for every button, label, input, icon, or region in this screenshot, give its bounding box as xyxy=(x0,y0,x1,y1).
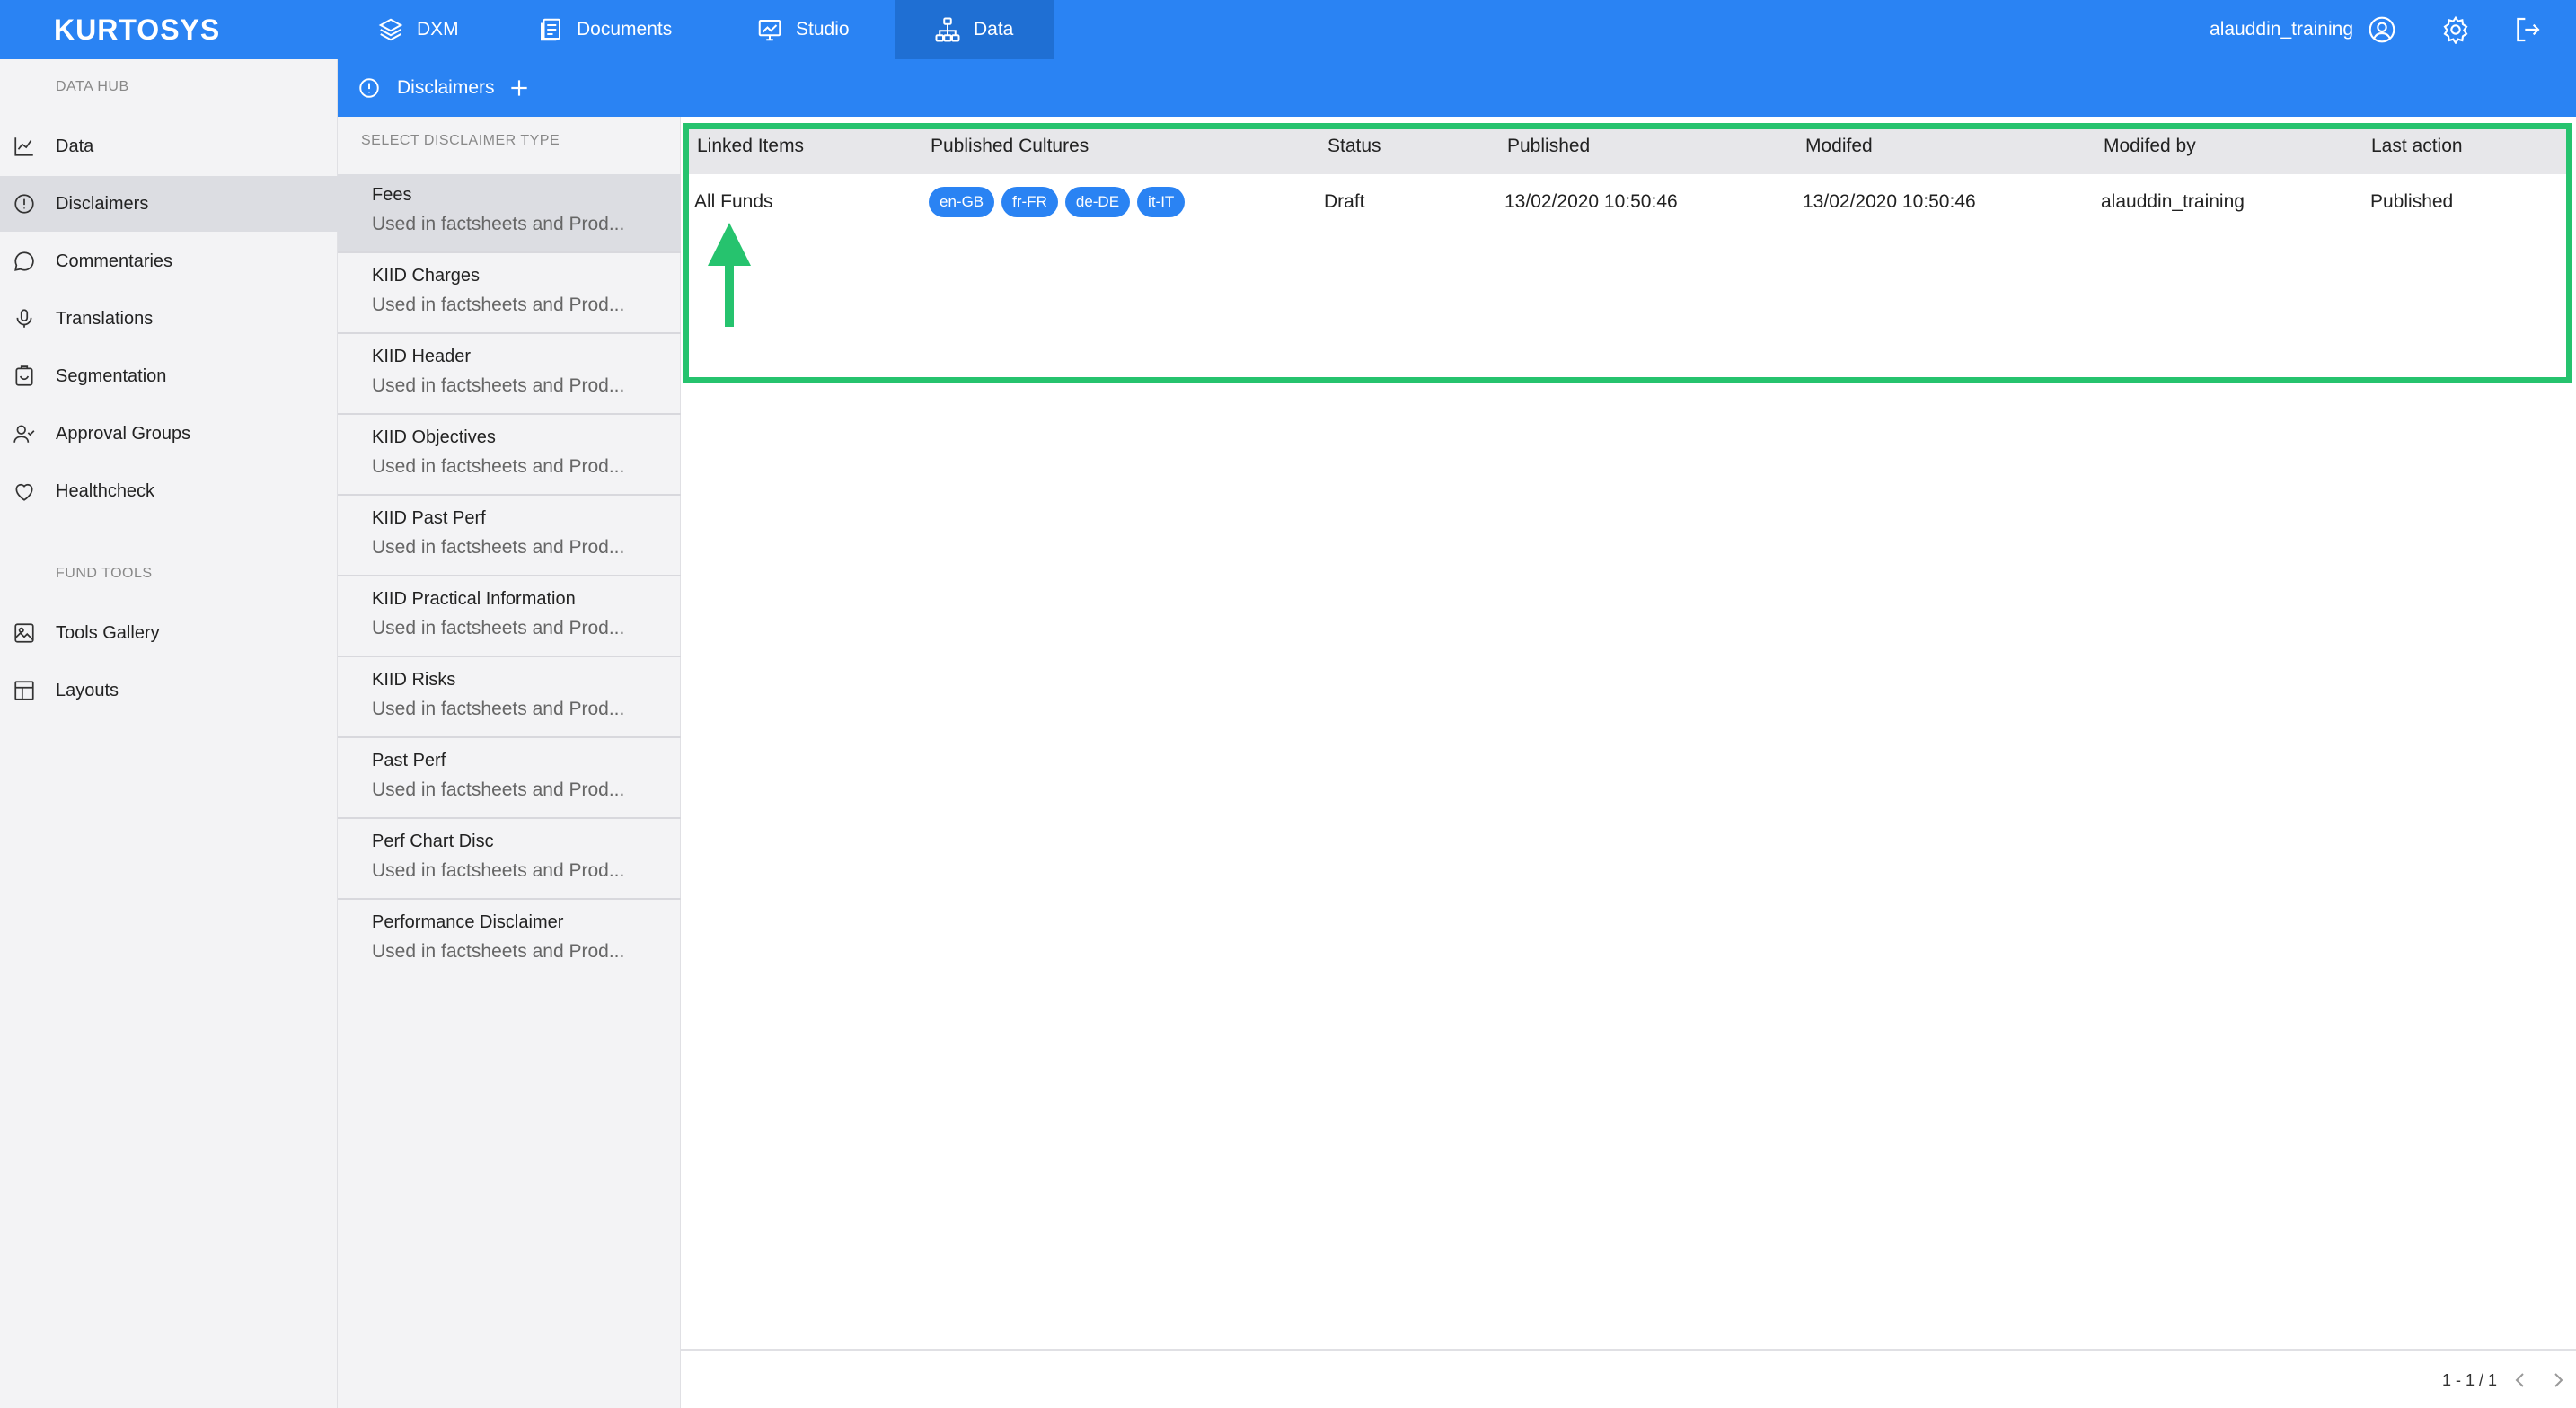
type-desc: Used in factsheets and Prod... xyxy=(372,699,625,719)
sidebar-item-healthcheck[interactable]: Healthcheck xyxy=(0,463,338,519)
list-item-kiid-past-perf[interactable]: KIID Past Perf Used in factsheets and Pr… xyxy=(338,497,681,576)
sidebar-item-segmentation[interactable]: Segmentation xyxy=(0,348,338,404)
sidebar-item-label: Disclaimers xyxy=(56,193,149,214)
list-item-perf-chart-disc[interactable]: Perf Chart Disc Used in factsheets and P… xyxy=(338,821,681,900)
type-desc: Used in factsheets and Prod... xyxy=(372,618,625,638)
sidebar-item-label: Translations xyxy=(56,308,154,329)
tab-documents-label: Documents xyxy=(577,19,673,40)
kurtosys-logo[interactable]: KURTOSYS xyxy=(54,0,220,59)
list-item-kiid-header[interactable]: KIID Header Used in factsheets and Prod.… xyxy=(338,336,681,415)
type-list-heading: SELECT DISCLAIMER TYPE xyxy=(361,133,560,148)
sidebar-item-disclaimers[interactable]: Disclaimers xyxy=(0,176,338,232)
type-desc: Used in factsheets and Prod... xyxy=(372,295,625,315)
chevron-left-icon[interactable] xyxy=(2510,1369,2531,1391)
type-name: KIID Risks xyxy=(372,670,456,690)
sidebar-item-label: Commentaries xyxy=(56,251,173,271)
type-desc: Used in factsheets and Prod... xyxy=(372,214,625,234)
sidebar-item-label: Healthcheck xyxy=(56,480,155,501)
tab-documents[interactable]: Documents xyxy=(537,0,690,59)
image-icon xyxy=(14,623,34,643)
pagination-text: 1 - 1 / 1 xyxy=(2441,1371,2497,1389)
type-desc: Used in factsheets and Prod... xyxy=(372,537,625,558)
type-name: Perf Chart Disc xyxy=(372,832,494,851)
sidebar-item-approval-groups[interactable]: Approval Groups xyxy=(0,406,338,462)
gear-icon[interactable] xyxy=(2441,15,2470,44)
type-desc: Used in factsheets and Prod... xyxy=(372,860,625,881)
list-item-fees[interactable]: Fees Used in factsheets and Prod... xyxy=(338,174,681,253)
tab-data[interactable]: Data xyxy=(895,0,1054,59)
page-title: Disclaimers xyxy=(397,77,495,98)
add-disclaimer-icon[interactable] xyxy=(507,76,531,100)
type-desc: Used in factsheets and Prod... xyxy=(372,941,625,962)
sidebar-item-layouts[interactable]: Layouts xyxy=(0,663,338,718)
clipboard-icon xyxy=(15,365,33,386)
list-item-performance-disclaimer[interactable]: Performance Disclaimer Used in factsheet… xyxy=(338,902,681,981)
list-item-kiid-risks[interactable]: KIID Risks Used in factsheets and Prod..… xyxy=(338,659,681,738)
type-name: KIID Practical Information xyxy=(372,589,576,609)
sidebar-item-tools-gallery[interactable]: Tools Gallery xyxy=(0,605,338,661)
sidebar-item-label: Tools Gallery xyxy=(56,622,160,643)
layout-icon xyxy=(14,681,34,700)
username: alauddin_training xyxy=(2210,19,2353,40)
section-data-hub: DATA HUB xyxy=(56,79,129,94)
sidebar-item-translations[interactable]: Translations xyxy=(0,291,338,347)
list-item-kiid-charges[interactable]: KIID Charges Used in factsheets and Prod… xyxy=(338,255,681,334)
list-item-kiid-practical-information[interactable]: KIID Practical Information Used in facts… xyxy=(338,578,681,657)
sidebar-item-label: Segmentation xyxy=(56,365,167,386)
type-name: KIID Charges xyxy=(372,266,481,286)
alert-circle-icon xyxy=(359,78,379,98)
list-item-kiid-objectives[interactable]: KIID Objectives Used in factsheets and P… xyxy=(338,417,681,496)
alert-circle-icon xyxy=(14,194,34,214)
highlight-box xyxy=(683,123,2572,383)
type-name: KIID Past Perf xyxy=(372,508,486,528)
sidebar-item-label: Layouts xyxy=(56,680,119,700)
sub-header: Disclaimers xyxy=(338,59,2576,117)
documents-icon xyxy=(541,18,560,41)
type-name: Fees xyxy=(372,185,412,205)
tab-studio[interactable]: Studio xyxy=(756,0,873,59)
sidebar-item-data[interactable]: Data xyxy=(0,119,338,174)
type-desc: Used in factsheets and Prod... xyxy=(372,456,625,477)
tab-data-label: Data xyxy=(974,19,1014,40)
left-sidebar: DATA HUB Data Disclaimers Commentaries T… xyxy=(0,59,338,1408)
disclaimer-type-list: SELECT DISCLAIMER TYPE Fees Used in fact… xyxy=(338,117,681,1408)
comment-icon xyxy=(14,251,34,271)
user-menu[interactable]: alauddin_training xyxy=(2210,0,2396,59)
logout-icon[interactable] xyxy=(2513,15,2542,44)
type-desc: Used in factsheets and Prod... xyxy=(372,779,625,800)
type-name: KIID Header xyxy=(372,347,472,366)
chart-icon xyxy=(14,137,33,156)
sidebar-item-commentaries[interactable]: Commentaries xyxy=(0,233,338,289)
tab-dxm[interactable]: DXM xyxy=(377,0,476,59)
type-name: KIID Objectives xyxy=(372,427,496,447)
table-footer: 1 - 1 / 1 xyxy=(681,1349,2576,1408)
sidebar-item-label: Data xyxy=(56,136,94,156)
layers-icon xyxy=(378,18,403,41)
top-nav-bar: KURTOSYS DXM Documents Studio Data alaud… xyxy=(0,0,2576,59)
sitemap-icon xyxy=(935,17,960,42)
section-fund-tools: FUND TOOLS xyxy=(56,566,153,581)
type-desc: Used in factsheets and Prod... xyxy=(372,375,625,396)
studio-icon xyxy=(758,20,781,41)
heart-icon xyxy=(15,483,33,501)
list-item-past-perf[interactable]: Past Perf Used in factsheets and Prod... xyxy=(338,740,681,819)
user-check-icon xyxy=(13,425,35,443)
user-circle-icon xyxy=(2369,16,2395,43)
tab-dxm-label: DXM xyxy=(417,19,459,40)
microphone-icon xyxy=(16,309,32,328)
tab-studio-label: Studio xyxy=(796,19,850,40)
type-name: Performance Disclaimer xyxy=(372,912,564,932)
sidebar-item-label: Approval Groups xyxy=(56,423,191,444)
chevron-right-icon[interactable] xyxy=(2547,1369,2569,1391)
type-name: Past Perf xyxy=(372,751,446,770)
